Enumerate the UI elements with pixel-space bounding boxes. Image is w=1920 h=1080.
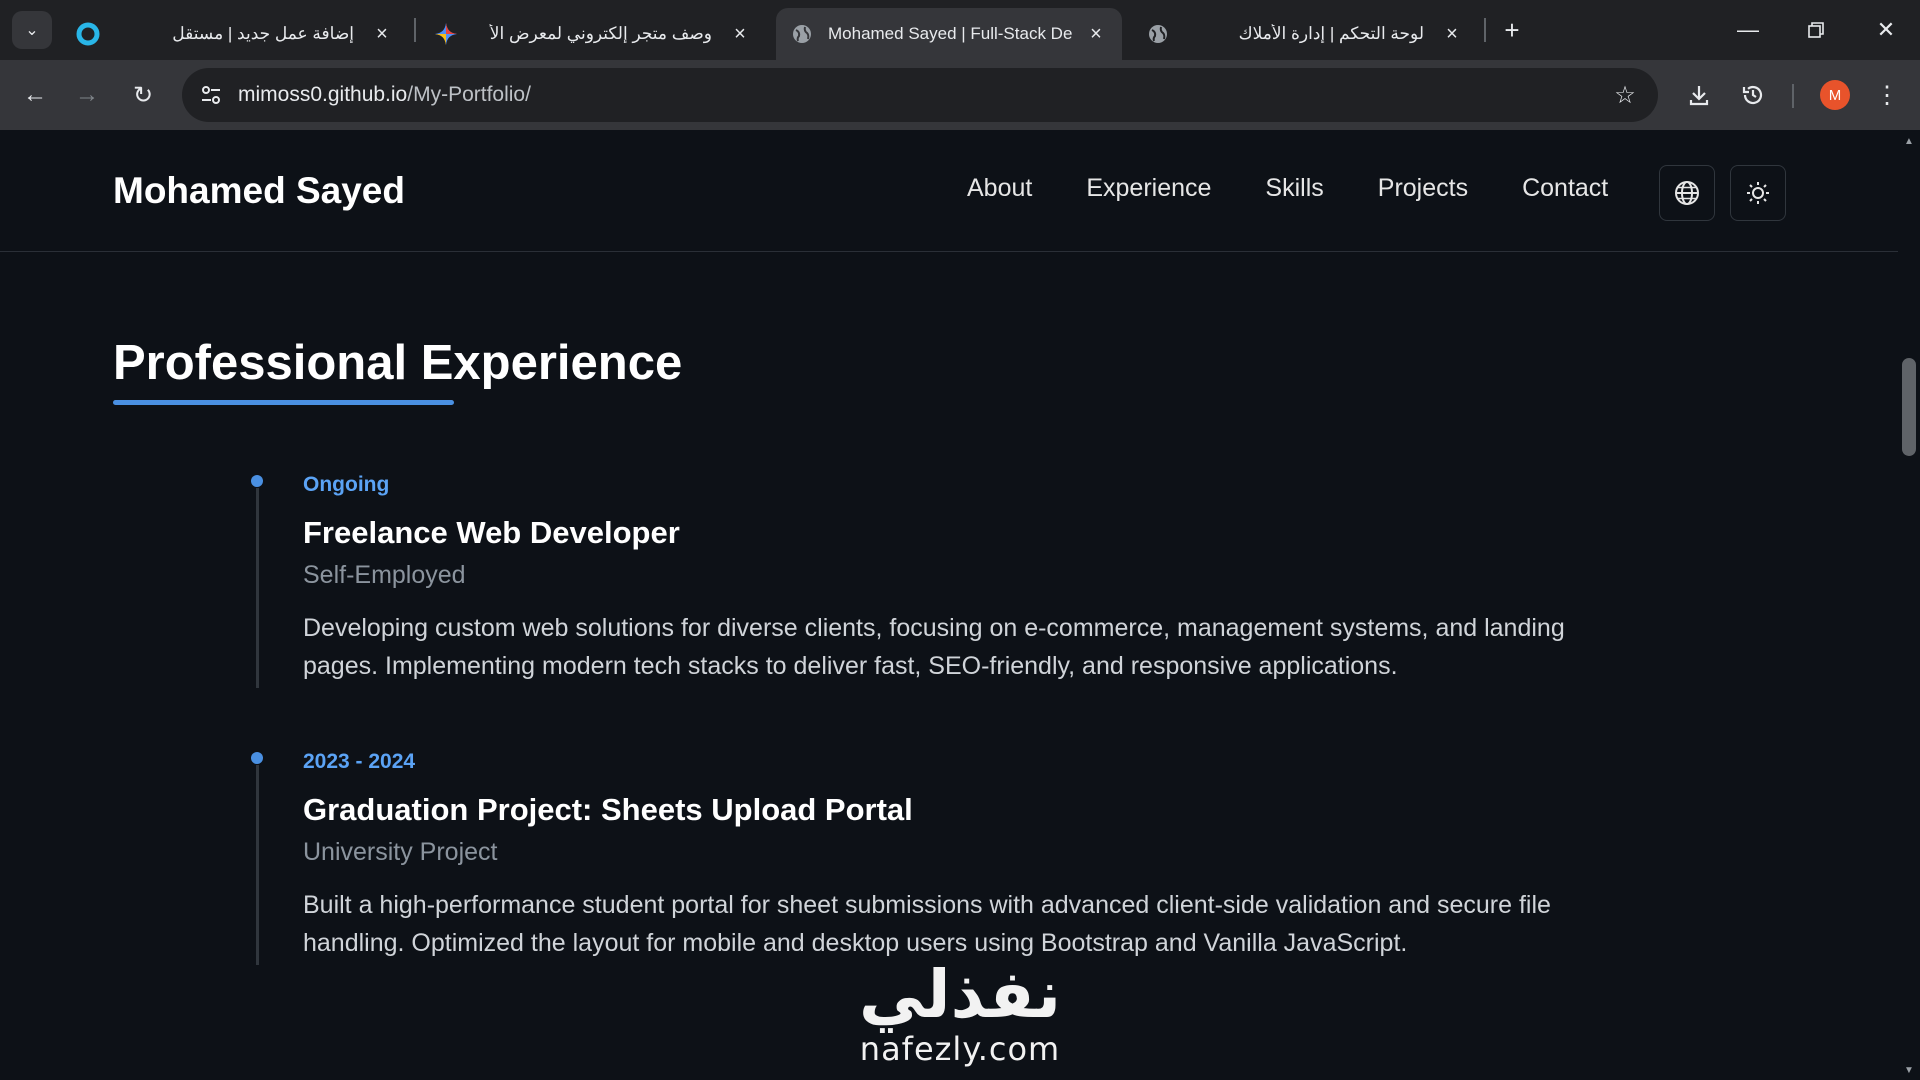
experience-description: Built a high-performance student portal … [303, 891, 1551, 957]
url-path: /My-Portfolio/ [407, 83, 531, 106]
close-window-button[interactable]: ✕ [1866, 10, 1906, 50]
close-icon[interactable]: × [1084, 22, 1108, 46]
language-toggle-button[interactable] [1659, 165, 1715, 221]
tab-title: إضافة عمل جديد | مستقل [172, 24, 354, 43]
tab-portfolio[interactable]: Mohamed Sayed | Full-Stack De × [776, 8, 1122, 60]
back-button[interactable]: ← [16, 76, 54, 114]
mostaql-icon [76, 22, 100, 46]
experience-date: Ongoing [303, 473, 390, 496]
more-vert-icon: ⋮ [1875, 81, 1899, 109]
tab-strip: ⌄ إضافة عمل جديد | مستقل × وصف متجر إلكت… [0, 0, 1920, 60]
history-icon [1742, 85, 1763, 105]
tab-search-button[interactable]: ⌄ [12, 11, 52, 49]
theme-toggle-button[interactable] [1730, 165, 1786, 221]
close-icon[interactable]: × [370, 22, 394, 46]
site-header: Mohamed Sayed About Experience Skills Pr… [0, 130, 1898, 252]
scroll-up-icon[interactable]: ▲ [1904, 136, 1914, 147]
history-button[interactable] [1734, 76, 1772, 114]
chevron-down-icon: ⌄ [25, 22, 39, 39]
tab-separator [1484, 18, 1486, 42]
watermark-arabic: نفذلي [859, 956, 1061, 1033]
url-host: mimoss0.github.io [238, 83, 408, 106]
timeline-dot [251, 752, 263, 764]
bookmark-button[interactable]: ☆ [1610, 80, 1640, 110]
section-title: Professional Experience [113, 336, 683, 390]
browser-toolbar: ← → ↻ mimoss0.github.io/My-Portfolio/ ☆ … [0, 60, 1920, 130]
menu-button[interactable]: ⋮ [1872, 76, 1902, 114]
experience-org: Self-Employed [303, 561, 466, 589]
restore-button[interactable] [1796, 10, 1836, 50]
tab-title: Mohamed Sayed | Full-Stack De [828, 24, 1073, 43]
nav-about[interactable]: About [967, 174, 1032, 203]
globe-icon [1675, 181, 1699, 205]
watermark-latin: nafezly.com [859, 1030, 1061, 1068]
toolbar-separator [1792, 84, 1794, 108]
site-info-button[interactable] [196, 80, 226, 110]
star-icon: ☆ [1614, 81, 1636, 109]
scroll-thumb[interactable] [1902, 358, 1916, 456]
scroll-down-icon[interactable]: ▼ [1904, 1065, 1914, 1076]
close-icon[interactable]: × [728, 22, 752, 46]
tab-gemini[interactable]: وصف متجر إلكتروني لمعرض الأ × [420, 8, 766, 60]
new-tab-button[interactable]: + [1496, 14, 1528, 46]
arrow-right-icon: → [75, 81, 99, 108]
nav-contact[interactable]: Contact [1522, 174, 1608, 203]
forward-button[interactable]: → [68, 76, 106, 114]
minimize-button[interactable]: — [1728, 10, 1768, 50]
sun-icon [1747, 182, 1769, 204]
timeline-line [256, 488, 259, 688]
close-icon[interactable]: × [1440, 22, 1464, 46]
timeline-dot [251, 475, 263, 487]
plus-icon: + [1504, 14, 1520, 45]
tab-mostaql[interactable]: إضافة عمل جديد | مستقل × [62, 8, 408, 60]
page-viewport: Mohamed Sayed About Experience Skills Pr… [0, 130, 1898, 1080]
tab-title: وصف متجر إلكتروني لمعرض الأ [489, 24, 712, 43]
reload-button[interactable]: ↻ [124, 76, 162, 114]
nav-projects[interactable]: Projects [1378, 174, 1468, 203]
url-text: mimoss0.github.io/My-Portfolio/ [238, 83, 531, 107]
profile-avatar[interactable]: M [1820, 80, 1850, 110]
experience-date: 2023 - 2024 [303, 750, 416, 773]
timeline-line [256, 765, 259, 965]
experience-org: University Project [303, 838, 498, 866]
globe-icon [1146, 22, 1170, 46]
site-nav: About Experience Skills Projects Contact [967, 174, 1662, 203]
page-scrollbar[interactable]: ▲ ▼ [1898, 130, 1920, 1080]
experience-title: Graduation Project: Sheets Upload Portal [303, 792, 913, 827]
tune-icon [202, 86, 220, 104]
experience-description: Developing custom web solutions for dive… [303, 614, 1565, 680]
address-bar[interactable]: mimoss0.github.io/My-Portfolio/ ☆ [182, 68, 1658, 122]
experience-title: Freelance Web Developer [303, 515, 680, 550]
download-icon [1689, 86, 1709, 106]
nav-experience[interactable]: Experience [1086, 174, 1211, 203]
site-brand[interactable]: Mohamed Sayed [113, 170, 405, 212]
minimize-icon: — [1737, 17, 1759, 42]
downloads-button[interactable] [1680, 76, 1718, 114]
restore-icon [1808, 22, 1824, 38]
title-underline [113, 400, 454, 405]
globe-icon [790, 22, 814, 46]
arrow-left-icon: ← [23, 81, 47, 108]
tab-title: لوحة التحكم | إدارة الأملاك [1238, 24, 1424, 43]
tab-dashboard[interactable]: لوحة التحكم | إدارة الأملاك × [1132, 8, 1478, 60]
nav-skills[interactable]: Skills [1265, 174, 1323, 203]
tab-separator [414, 18, 416, 42]
gemini-icon [434, 22, 458, 46]
close-icon: ✕ [1876, 17, 1896, 42]
reload-icon: ↻ [132, 81, 154, 109]
watermark: نفذلي nafezly.com [850, 956, 1070, 1069]
